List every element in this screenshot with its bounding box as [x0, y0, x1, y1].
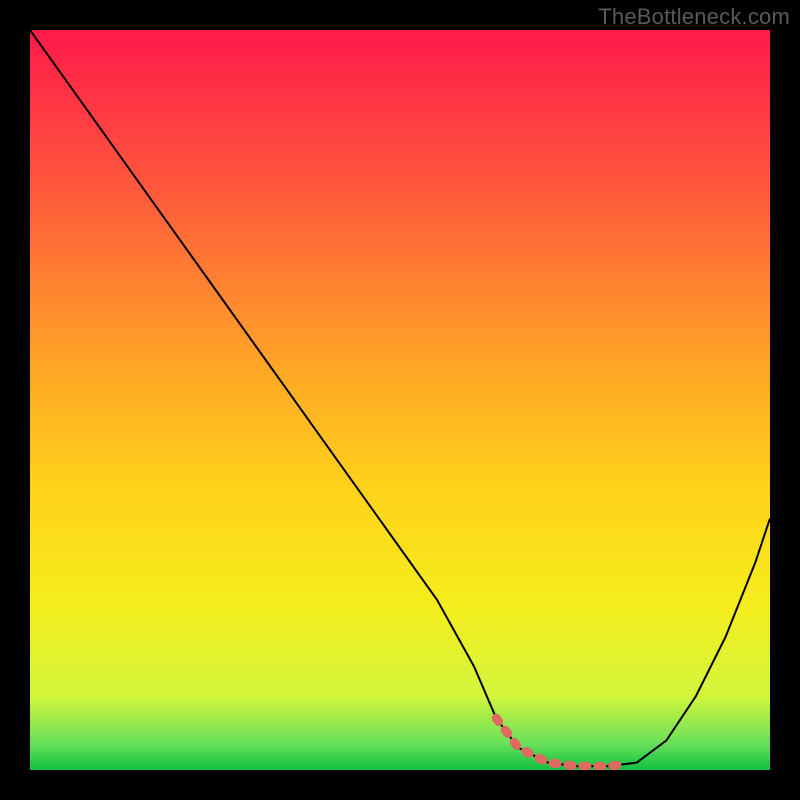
gradient-background: [30, 30, 770, 770]
chart-plot: [30, 30, 770, 770]
chart-svg: [30, 30, 770, 770]
watermark-text: TheBottleneck.com: [598, 4, 790, 30]
chart-container: TheBottleneck.com: [0, 0, 800, 800]
